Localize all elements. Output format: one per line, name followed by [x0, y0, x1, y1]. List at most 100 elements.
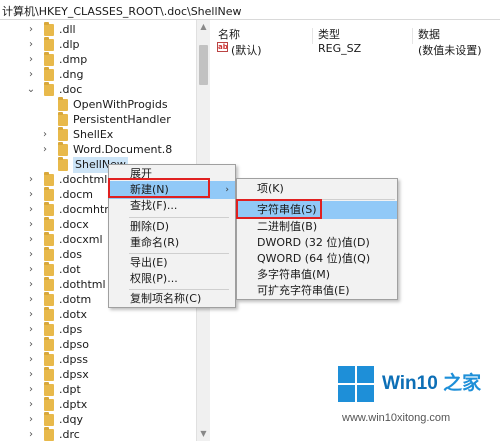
collapse-chevron-icon[interactable]: ⌄: [26, 82, 36, 98]
submenu-item-key[interactable]: 项(K): [237, 180, 397, 198]
expand-chevron-icon[interactable]: ›: [26, 322, 36, 338]
expand-chevron-icon[interactable]: ›: [26, 352, 36, 368]
expand-chevron-icon[interactable]: ›: [26, 412, 36, 428]
tree-item-label: .dochtml: [59, 173, 108, 186]
expand-chevron-icon[interactable]: ›: [26, 52, 36, 68]
expand-chevron-icon[interactable]: ›: [26, 367, 36, 383]
menu-item-label: 可扩充字符串值(E): [257, 284, 350, 297]
expand-chevron-icon[interactable]: ›: [26, 187, 36, 203]
submenu-item-expandable-string-value[interactable]: 可扩充字符串值(E): [237, 282, 397, 300]
folder-icon: [44, 202, 54, 216]
tree-item[interactable]: › .dotx: [26, 307, 87, 323]
tree-item[interactable]: › .dps: [26, 322, 82, 338]
expand-chevron-icon[interactable]: ›: [26, 427, 36, 441]
tree-item-label: .dng: [59, 68, 84, 81]
menu-separator: [257, 199, 395, 200]
tree-item[interactable]: › .dlp: [26, 37, 80, 53]
tree-item[interactable]: › .dpss: [26, 352, 88, 368]
tree-item[interactable]: › .docx: [26, 217, 89, 233]
tree-item[interactable]: › .dotm: [26, 292, 91, 308]
tree-item-label: .dpsx: [59, 368, 89, 381]
tree-item[interactable]: › .dot: [26, 262, 81, 278]
scroll-down-icon[interactable]: ▼: [197, 427, 210, 441]
tree-item[interactable]: › .dng: [26, 67, 83, 83]
expand-chevron-icon[interactable]: ›: [26, 217, 36, 233]
expand-chevron-icon[interactable]: ›: [26, 307, 36, 323]
tree-item[interactable]: PersistentHandler: [40, 112, 171, 128]
column-header-data[interactable]: 数据: [418, 26, 440, 42]
expand-chevron-icon[interactable]: ›: [26, 22, 36, 38]
tree-item[interactable]: › .dqy: [26, 412, 83, 428]
folder-icon: [44, 412, 54, 426]
tree-item-doc[interactable]: ⌄ .doc: [26, 82, 82, 98]
folder-icon: [44, 367, 54, 381]
tree-item[interactable]: › .dochtml: [26, 172, 107, 188]
menu-item-rename[interactable]: 重命名(R): [109, 234, 235, 252]
address-bar[interactable]: 计算机\HKEY_CLASSES_ROOT\.doc\ShellNew: [0, 0, 500, 20]
folder-icon: [44, 307, 54, 321]
tree-item-label: PersistentHandler: [73, 113, 171, 126]
tree-item-label: .doc: [59, 83, 83, 96]
tree-item[interactable]: › .docmhtml: [26, 202, 118, 218]
expand-chevron-icon[interactable]: ›: [26, 202, 36, 218]
menu-item-copy-key-name[interactable]: 复制项名称(C): [109, 290, 235, 308]
tree-item[interactable]: › Word.Document.8: [40, 142, 172, 158]
expand-chevron-icon[interactable]: ›: [26, 232, 36, 248]
folder-icon: [44, 52, 54, 66]
menu-item-label: 重命名(R): [130, 236, 180, 249]
expand-chevron-icon[interactable]: ›: [26, 67, 36, 83]
tree-item[interactable]: › .dpso: [26, 337, 89, 353]
folder-icon: [58, 127, 68, 141]
expand-chevron-icon[interactable]: ›: [26, 37, 36, 53]
expand-chevron-icon[interactable]: ›: [40, 142, 50, 158]
watermark-url: www.win10xitong.com: [342, 412, 451, 424]
expand-chevron-icon[interactable]: ›: [26, 397, 36, 413]
windows-logo-icon: [338, 366, 374, 402]
expand-chevron-icon[interactable]: ›: [26, 172, 36, 188]
expand-chevron-icon[interactable]: ›: [40, 127, 50, 143]
value-data: (数值未设置): [418, 44, 482, 57]
menu-item-label: 复制项名称(C): [130, 292, 202, 305]
submenu-item-string-value[interactable]: 字符串值(S): [237, 201, 397, 219]
value-row-default[interactable]: ab (默认) REG_SZ (数值未设置): [212, 42, 500, 57]
menu-item-permissions[interactable]: 权限(P)...: [109, 270, 235, 288]
scrollbar-thumb[interactable]: [199, 45, 208, 85]
tree-item[interactable]: › .dptx: [26, 397, 87, 413]
folder-icon: [44, 262, 54, 276]
menu-item-find[interactable]: 查找(F)...: [109, 197, 235, 215]
column-header-name[interactable]: 名称: [218, 26, 240, 42]
folder-icon: [44, 247, 54, 261]
tree-item[interactable]: › .dpt: [26, 382, 81, 398]
scroll-up-icon[interactable]: ▲: [197, 20, 210, 34]
column-header-type[interactable]: 类型: [318, 26, 340, 42]
folder-icon: [58, 112, 68, 126]
watermark: Win10 之家 www.win10xitong.com: [330, 358, 500, 438]
tree-item-label: OpenWithProgids: [73, 98, 168, 111]
expand-chevron-icon[interactable]: ›: [26, 292, 36, 308]
expand-chevron-icon[interactable]: ›: [26, 262, 36, 278]
tree-item[interactable]: › .dmp: [26, 52, 87, 68]
expand-chevron-icon[interactable]: ›: [26, 382, 36, 398]
tree-item[interactable]: › .dos: [26, 247, 82, 263]
tree-item[interactable]: › .docm: [26, 187, 93, 203]
tree-item[interactable]: › .drc: [26, 427, 80, 441]
address-path: 计算机\HKEY_CLASSES_ROOT\.doc\ShellNew: [2, 5, 242, 18]
tree-item[interactable]: OpenWithProgids: [40, 97, 168, 113]
tree-item[interactable]: › .dothtml: [26, 277, 106, 293]
tree-item[interactable]: › .docxml: [26, 232, 103, 248]
tree-item[interactable]: › .dpsx: [26, 367, 89, 383]
folder-icon: [44, 37, 54, 51]
expand-chevron-icon[interactable]: ›: [26, 277, 36, 293]
folder-icon: [58, 157, 68, 171]
expand-chevron-icon[interactable]: ›: [26, 247, 36, 263]
tree-item-label: .dll: [59, 23, 76, 36]
tree-item[interactable]: › ShellEx: [40, 127, 113, 143]
folder-icon: [44, 187, 54, 201]
expand-chevron-icon[interactable]: ›: [26, 337, 36, 353]
folder-icon: [58, 142, 68, 156]
tree-item[interactable]: › .dll: [26, 22, 76, 38]
menu-item-label: 字符串值(S): [257, 203, 317, 216]
folder-icon: [44, 397, 54, 411]
tree-item-label: .dotx: [59, 308, 88, 321]
folder-icon: [44, 337, 54, 351]
